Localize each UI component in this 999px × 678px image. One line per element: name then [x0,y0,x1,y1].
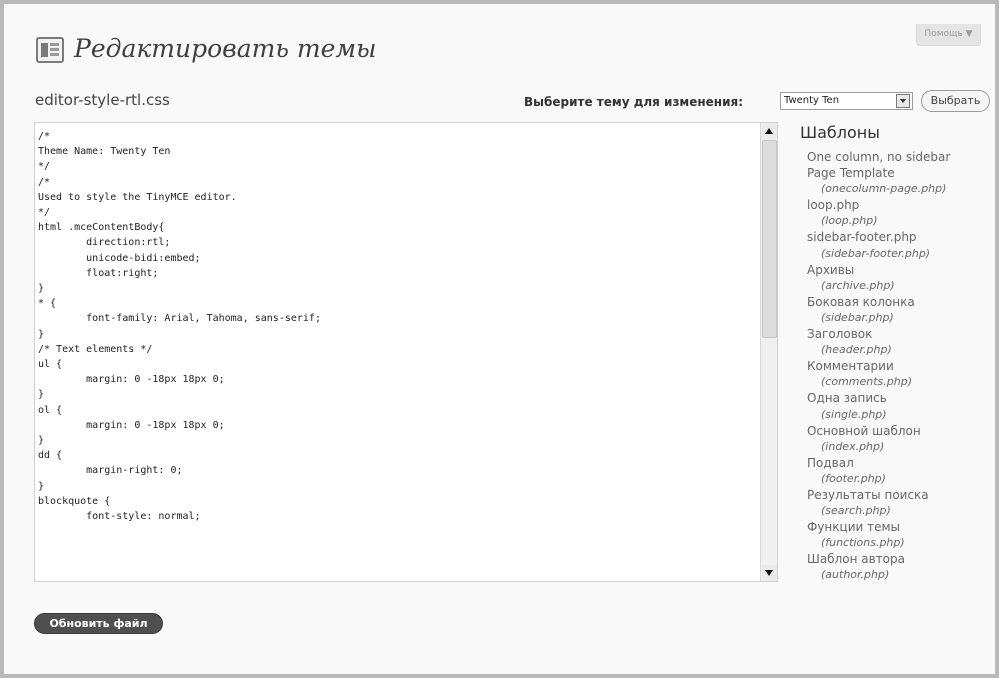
template-name[interactable]: Шаблон автора [807,551,977,567]
theme-editor-icon [36,37,64,63]
template-name[interactable]: Архивы [807,262,977,278]
template-name[interactable]: One column, no sidebar Page Template [807,149,977,181]
template-item[interactable]: One column, no sidebar Page Template (on… [807,149,977,197]
template-file: (index.php) [821,439,885,453]
template-name[interactable]: Одна запись [807,390,977,406]
template-item[interactable]: Комментарии (comments.php) [807,358,977,390]
admin-frame: Помощь ▼ Редактировать темы editor-style… [0,0,999,678]
template-item[interactable]: Подвал (footer.php) [807,455,977,487]
template-file: (header.php) [821,343,892,357]
template-name[interactable]: Комментарии [807,358,977,374]
template-file: (functions.php) [821,536,905,550]
template-name[interactable]: loop.php [807,197,977,213]
template-item[interactable]: Боковая колонка (sidebar.php) [807,294,977,326]
update-file-button[interactable]: Обновить файл [34,613,163,634]
template-name[interactable]: Функции темы [807,519,977,535]
template-file: (loop.php) [821,214,878,228]
template-file: (footer.php) [821,471,886,485]
template-file: (onecolumn-page.php) [821,182,947,196]
template-name[interactable]: sidebar-footer.php [807,229,977,245]
editor-scrollbar[interactable] [760,123,777,581]
templates-list: One column, no sidebar Page Template (on… [807,149,977,584]
scroll-up-arrow-icon[interactable] [761,123,777,139]
template-name[interactable]: Заголовок [807,326,977,342]
code-content[interactable]: /* Theme Name: Twenty Ten */ /* Used to … [38,129,321,524]
template-item[interactable]: Архивы (archive.php) [807,262,977,294]
template-file: (sidebar.php) [821,310,894,324]
template-name[interactable]: Результаты поиска [807,487,977,503]
template-file: (comments.php) [821,375,913,389]
page-title: Редактировать темы [74,34,377,63]
template-file: (single.php) [821,407,887,421]
template-file: (sidebar-footer.php) [821,246,931,260]
template-file: (search.php) [821,504,891,518]
theme-select-value: Twenty Ten [784,95,840,106]
template-name[interactable]: Подвал [807,455,977,471]
template-name[interactable]: Боковая колонка [807,294,977,310]
code-editor-textarea[interactable]: /* Theme Name: Twenty Ten */ /* Used to … [34,122,778,582]
theme-select-label: Выберите тему для изменения: [524,95,744,109]
theme-select[interactable]: Twenty Ten [780,92,913,110]
select-theme-button[interactable]: Выбрать [921,90,990,112]
current-file-name: editor-style-rtl.css [35,91,170,109]
template-item[interactable]: loop.php (loop.php) [807,197,977,229]
help-tab[interactable]: Помощь ▼ [916,24,981,46]
chevron-down-icon[interactable] [896,94,910,108]
template-item[interactable]: Результаты поиска (search.php) [807,487,977,519]
template-file: (author.php) [821,568,890,582]
scrollbar-thumb[interactable] [762,140,777,338]
template-item[interactable]: Одна запись (single.php) [807,390,977,422]
template-item[interactable]: Заголовок (header.php) [807,326,977,358]
template-item[interactable]: Шаблон автора (author.php) [807,551,977,583]
templates-heading: Шаблоны [800,123,880,142]
template-item[interactable]: sidebar-footer.php (sidebar-footer.php) [807,229,977,261]
template-name[interactable]: Основной шаблон [807,423,977,439]
template-item[interactable]: Основной шаблон (index.php) [807,423,977,455]
template-file: (archive.php) [821,278,895,292]
template-item[interactable]: Функции темы (functions.php) [807,519,977,551]
scroll-down-arrow-icon[interactable] [761,565,777,581]
